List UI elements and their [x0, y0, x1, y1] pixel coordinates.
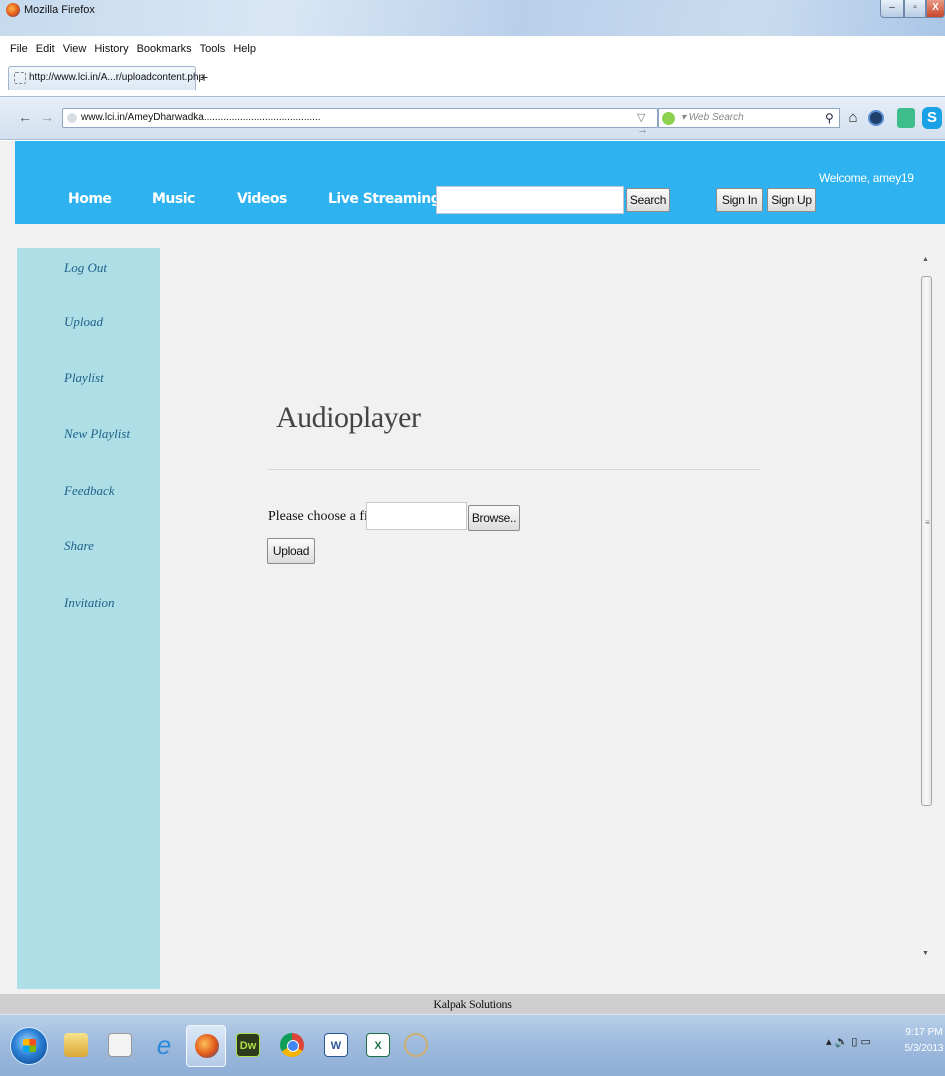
menu-bookmarks[interactable]: Bookmarks	[137, 40, 192, 58]
word-taskbar-icon[interactable]: W	[316, 1025, 356, 1067]
home-icon[interactable]: ⌂	[843, 107, 863, 129]
menu-view[interactable]: View	[63, 40, 87, 58]
menu-tools[interactable]: Tools	[200, 40, 226, 58]
web-search-box[interactable]: ▾ Web Search ⚲	[658, 108, 840, 128]
page-icon	[14, 72, 26, 84]
search-engine-icon[interactable]	[662, 112, 675, 125]
nav-music[interactable]: Music	[152, 191, 195, 207]
window-title: Mozilla Firefox	[24, 4, 95, 16]
sidebar-item-upload[interactable]: Upload	[64, 314, 103, 330]
menu-edit[interactable]: Edit	[36, 40, 55, 58]
window-titlebar: Mozilla Firefox – ▫ X	[0, 0, 945, 36]
minimize-button[interactable]: –	[880, 0, 904, 18]
scroll-down-arrow-icon[interactable]: ▼	[922, 950, 929, 957]
sidebar-item-log-out[interactable]: Log Out	[64, 260, 107, 276]
file-chooser-label: Please choose a file:	[268, 509, 382, 524]
nav-videos[interactable]: Videos	[237, 191, 287, 207]
clock-time: 9:17 PM	[905, 1027, 943, 1038]
site-search-button[interactable]: Search	[626, 188, 670, 212]
nav-home[interactable]: Home	[68, 191, 112, 207]
maximize-button[interactable]: ▫	[904, 0, 926, 18]
nav-live-streaming[interactable]: Live Streaming	[328, 191, 441, 207]
start-button[interactable]	[10, 1027, 48, 1065]
menu-help[interactable]: Help	[233, 40, 256, 58]
menu-file[interactable]: File	[10, 40, 28, 58]
paint-taskbar-icon[interactable]	[396, 1025, 436, 1067]
sidebar-item-playlist[interactable]: Playlist	[64, 370, 104, 386]
explorer-taskbar-icon[interactable]	[56, 1025, 96, 1067]
sign-in-button[interactable]: Sign In	[716, 188, 763, 212]
magnifier-icon[interactable]: ⚲	[825, 111, 834, 125]
dreamweaver-taskbar-icon[interactable]: Dw	[228, 1025, 268, 1067]
upload-button[interactable]: Upload	[267, 538, 315, 564]
browse-button[interactable]: Browse..	[468, 505, 520, 531]
address-bar[interactable]: www.lci.in/AmeyDharwadka................…	[62, 108, 658, 136]
go-arrow-icon[interactable]: ▽ →	[637, 111, 657, 136]
page-title: Audioplayer	[276, 401, 421, 434]
tab-upload-content[interactable]: http://www.lci.in/A...r/uploadcontent.ph…	[8, 66, 204, 90]
back-arrow-icon[interactable]: ←	[18, 109, 32, 125]
scrollbar-thumb[interactable]: ≡	[921, 276, 932, 806]
site-search-input[interactable]	[436, 186, 624, 214]
sidebar-item-share[interactable]: Share	[64, 538, 94, 554]
system-tray-icons[interactable]: ▴ 🔈 ▯ ▭	[826, 1035, 871, 1048]
site-header: Home Music Videos Live Streaming Search …	[15, 141, 945, 224]
internet-explorer-taskbar-icon[interactable]: e	[144, 1025, 184, 1067]
clock-date: 5/3/2013	[904, 1043, 944, 1054]
scroll-grip-icon: ≡	[925, 518, 930, 527]
sidebar-item-new-playlist[interactable]: New Playlist	[64, 426, 130, 442]
taskbar-clock[interactable]: 9:17 PM 5/3/2013	[904, 1025, 944, 1057]
scroll-up-arrow-icon[interactable]: ▲	[922, 256, 929, 263]
new-tab-button[interactable]: +	[200, 70, 208, 84]
sidebar-item-invitation[interactable]: Invitation	[64, 595, 115, 611]
skype-icon[interactable]: S	[922, 107, 942, 129]
addon-icon[interactable]	[896, 107, 916, 129]
url-text: www.lci.in/AmeyDharwadka................…	[81, 112, 321, 123]
file-path-field[interactable]	[366, 502, 467, 530]
search-placeholder: ▾ Web Search	[681, 112, 744, 123]
close-button[interactable]: X	[926, 0, 945, 18]
excel-taskbar-icon[interactable]: X	[358, 1025, 398, 1067]
site-footer: Kalpak Solutions	[0, 994, 945, 1014]
forward-arrow-icon[interactable]: →	[40, 109, 54, 125]
tab-strip: http://www.lci.in/A...r/uploadcontent.ph…	[0, 62, 945, 94]
sidebar-item-feedback[interactable]: Feedback	[64, 483, 115, 499]
heading-divider	[268, 469, 760, 470]
site-identity-icon[interactable]	[67, 113, 77, 123]
menu-bar: File Edit View History Bookmarks Tools H…	[0, 40, 256, 58]
firefox-icon	[6, 3, 20, 17]
sync-icon[interactable]	[866, 107, 886, 129]
chrome-taskbar-icon[interactable]	[272, 1025, 312, 1067]
welcome-message: Welcome, amey19	[819, 171, 914, 185]
document-taskbar-icon[interactable]	[100, 1025, 140, 1067]
tab-label: http://www.lci.in/A...r/uploadcontent.ph…	[29, 72, 205, 83]
sign-up-button[interactable]: Sign Up	[767, 188, 816, 212]
windows-taskbar: e Dw W X ▴ 🔈 ▯ ▭ 9:17 PM 5/3/2013	[0, 1014, 945, 1076]
sidebar: Log Out Upload Playlist New Playlist Fee…	[17, 248, 160, 989]
menu-history[interactable]: History	[94, 40, 128, 58]
vertical-scrollbar[interactable]: ▲ ≡ ▼	[918, 248, 935, 966]
firefox-taskbar-icon[interactable]	[186, 1025, 226, 1067]
navigation-toolbar: ← → www.lci.in/AmeyDharwadka............…	[0, 96, 945, 140]
page-viewport: Home Music Videos Live Streaming Search …	[0, 141, 945, 994]
